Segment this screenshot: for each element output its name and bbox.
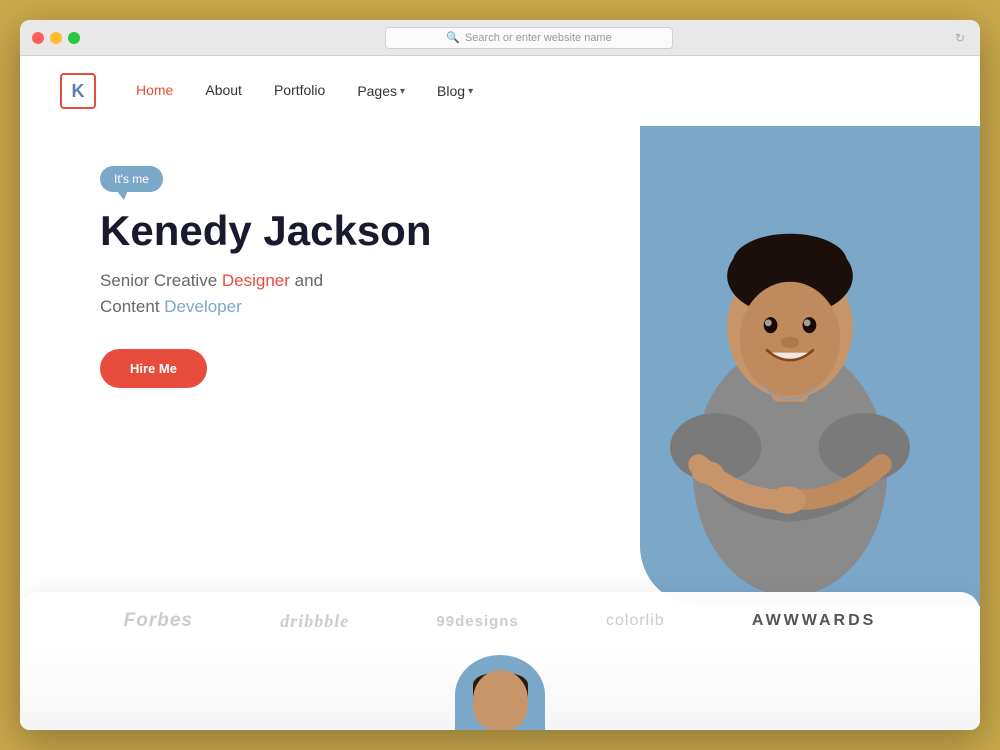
brand-colorlib: colorlib: [606, 612, 665, 630]
address-text: Search or enter website name: [465, 32, 612, 44]
brand-99designs: 99designs: [436, 613, 518, 630]
logo[interactable]: K: [60, 73, 96, 109]
brand-awwwards: AWWWARDS: [752, 612, 876, 630]
browser-window: 🔍 Search or enter website name ↻ K Home …: [20, 20, 980, 730]
nav-link-blog: Blog ▾: [437, 83, 473, 99]
nav-item-pages[interactable]: Pages ▾: [357, 83, 405, 99]
nav-item-blog[interactable]: Blog ▾: [437, 83, 473, 99]
nav-link-pages: Pages ▾: [357, 83, 405, 99]
avatar-head: [473, 670, 528, 730]
address-bar[interactable]: 🔍 Search or enter website name: [385, 27, 672, 49]
traffic-lights: [32, 32, 80, 44]
bottom-peek-section: [20, 650, 980, 730]
bottom-avatar: [455, 655, 545, 730]
blog-chevron-icon: ▾: [468, 86, 473, 97]
pages-chevron-icon: ▾: [400, 86, 405, 97]
maximize-button[interactable]: [68, 32, 80, 44]
search-icon: 🔍: [446, 31, 460, 44]
brand-dribbble: dribbble: [280, 611, 349, 632]
nav-item-portfolio[interactable]: Portfolio: [274, 82, 325, 100]
brands-section: Forbes dribbble 99designs colorlib AWWWA…: [20, 592, 980, 650]
browser-chrome: 🔍 Search or enter website name ↻: [20, 20, 980, 56]
nav-item-home[interactable]: Home: [136, 82, 173, 100]
nav-link-home: Home: [136, 82, 173, 98]
close-button[interactable]: [32, 32, 44, 44]
nav-link-about: About: [205, 82, 242, 98]
nav-item-about[interactable]: About: [205, 82, 242, 100]
minimize-button[interactable]: [50, 32, 62, 44]
brand-forbes: Forbes: [124, 610, 193, 632]
hire-me-button[interactable]: Hire Me: [100, 349, 207, 388]
person-illustration: [630, 126, 950, 596]
nav-link-portfolio: Portfolio: [274, 82, 325, 98]
speech-bubble: It's me: [100, 166, 163, 192]
navbar: K Home About Portfolio Pages ▾: [20, 56, 980, 126]
nav-links: Home About Portfolio Pages ▾ Blog: [136, 82, 473, 100]
reload-icon[interactable]: ↻: [952, 30, 968, 46]
website-content: K Home About Portfolio Pages ▾: [20, 56, 980, 730]
hero-section: It's me Kenedy Jackson Senior Creative D…: [20, 126, 980, 650]
hero-person-image: [630, 126, 950, 596]
